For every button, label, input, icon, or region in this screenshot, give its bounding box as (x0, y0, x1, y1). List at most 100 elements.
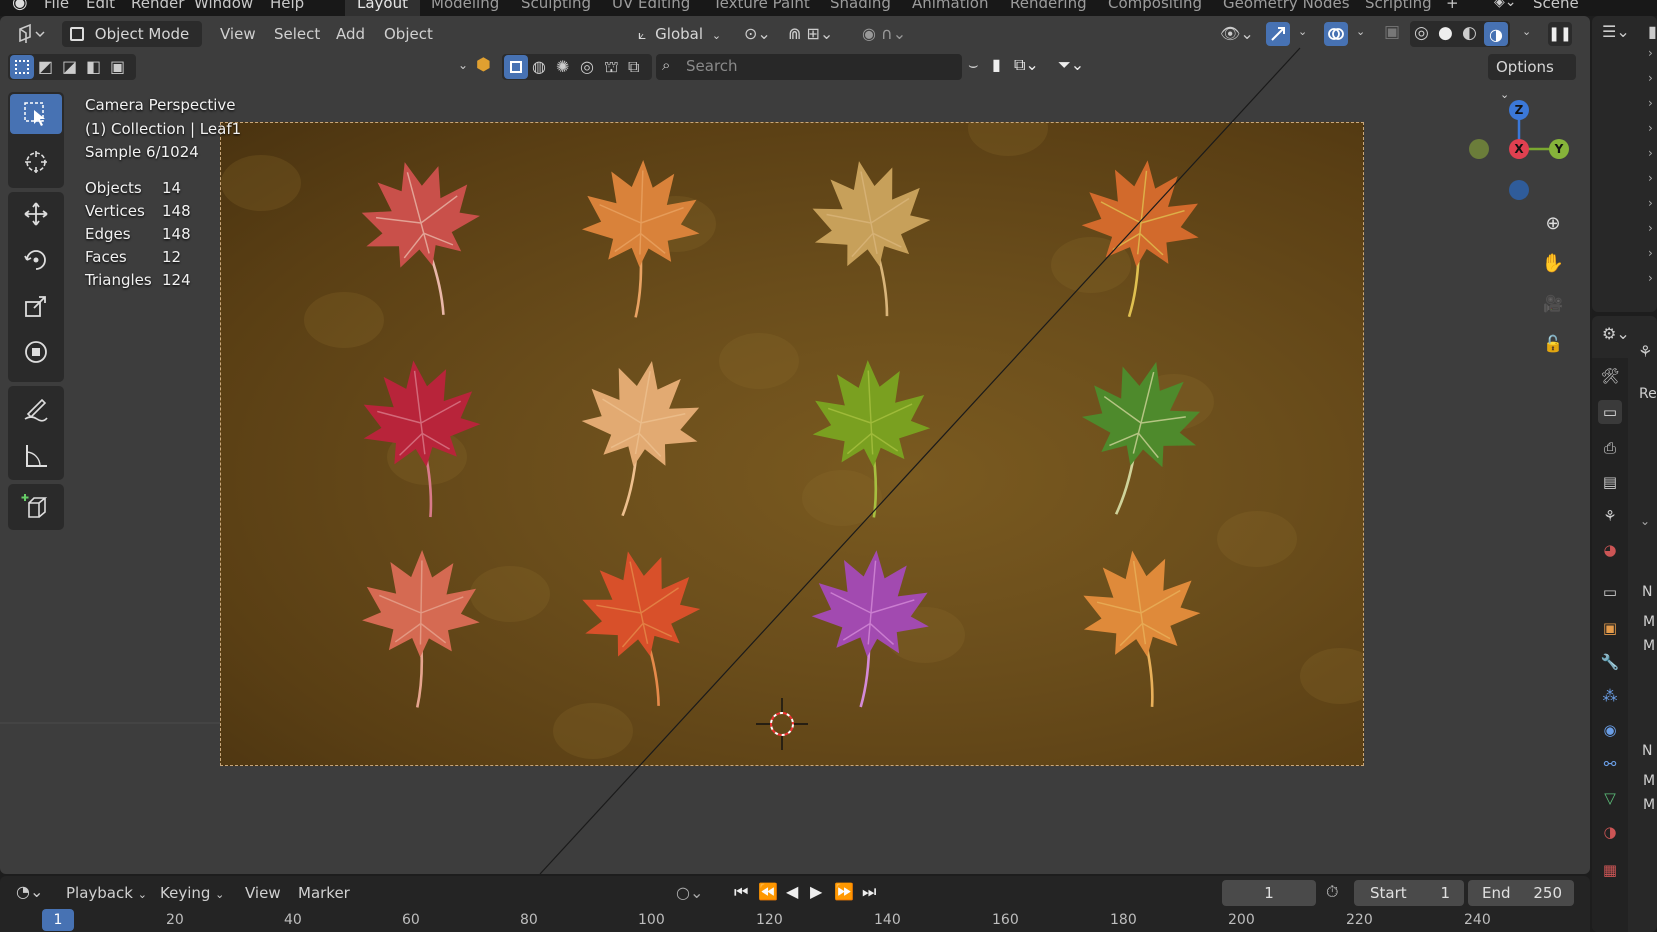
stat-value: 12 (162, 248, 182, 266)
expand-arrow-icon[interactable]: › (1648, 221, 1653, 235)
workspace-tab-sculpting[interactable]: Sculpting (509, 0, 603, 16)
properties-panel[interactable]: ⚙⌄ 🛠 ▭ ⎙ ▤ ⚘ ◕ ▭ ▣ 🔧 ⁂ ◉ ⚯ ▽ ◑ ▦ ⚘ Re ⌄ … (1592, 316, 1657, 932)
current-frame-field[interactable]: 1 (1222, 880, 1316, 906)
workspace-tab-compositing[interactable]: Compositing (1096, 0, 1214, 16)
timeline-editor-type-icon[interactable]: ◔⌄ (16, 882, 43, 901)
ruler-tick-label: 120 (756, 912, 783, 928)
play-icon[interactable]: ▶ (810, 882, 822, 901)
gizmo-z-axis[interactable]: Z (1509, 100, 1529, 120)
workspace-tab-uv-editing[interactable]: UV Editing (600, 0, 702, 16)
tab-material[interactable]: ◑ (1598, 820, 1622, 844)
tab-tool[interactable]: 🛠 (1598, 364, 1622, 388)
expand-arrow-icon[interactable]: › (1648, 71, 1653, 85)
tab-output[interactable]: ⎙ (1598, 436, 1622, 460)
menu-render[interactable]: Render (131, 0, 184, 12)
outliner-panel[interactable]: ☰⌄ ▮ › › › › › › › › › › (1592, 16, 1657, 312)
pan-button[interactable]: ✋ (1538, 248, 1568, 278)
chevron-down-icon: ⌄ (137, 888, 147, 901)
timeline-menu-playback[interactable]: Playback ⌄ (66, 881, 147, 907)
tab-world[interactable]: ◕ (1598, 538, 1622, 562)
output-icon: ⎙ (1603, 439, 1616, 457)
jump-prev-keyframe-icon[interactable]: ⏪ (758, 882, 778, 901)
auto-keying-icon[interactable]: ○⌄ (676, 883, 703, 902)
tab-modifiers[interactable]: 🔧 (1598, 650, 1622, 674)
tab-texture[interactable]: ▦ (1598, 858, 1622, 882)
expand-arrow-icon[interactable]: › (1648, 121, 1653, 135)
expand-arrow-icon[interactable]: › (1648, 271, 1653, 285)
camera-icon: 🎥 (1543, 293, 1563, 313)
workspace-tab-modeling[interactable]: Modeling (419, 0, 511, 16)
chevron-down-icon: ⌄ (215, 888, 225, 901)
chevron-down-icon[interactable]: ⌄ (1640, 514, 1650, 528)
tab-render[interactable]: ▭ (1598, 400, 1622, 424)
stat-label: Triangles (85, 271, 152, 289)
3d-viewport[interactable]: Object Mode ⌄ View Select Add Object ⟀ G… (0, 16, 1590, 874)
tab-data[interactable]: ▽ (1598, 786, 1622, 810)
property-label: N (1642, 743, 1653, 759)
play-reverse-icon[interactable]: ◀ (786, 882, 798, 901)
stat-value: 148 (162, 225, 191, 243)
expand-arrow-icon[interactable]: › (1648, 46, 1653, 60)
properties-tabs: 🛠 ▭ ⎙ ▤ ⚘ ◕ ▭ ▣ 🔧 ⁂ ◉ ⚯ ▽ ◑ ▦ (1592, 358, 1628, 932)
jump-end-icon[interactable]: ⏭ (862, 882, 876, 902)
tab-collection[interactable]: ▭ (1598, 580, 1622, 604)
properties-editor-icon[interactable]: ⚙⌄ (1602, 324, 1630, 343)
timeline-editor[interactable]: ◔⌄ Playback ⌄ Keying ⌄ View Marker ○⌄ ⏮ … (0, 876, 1590, 932)
camera-view-button[interactable]: 🎥 (1538, 288, 1568, 318)
outliner-filter-icon[interactable]: ▮ (1648, 22, 1657, 41)
preview-range-icon[interactable]: ⏱ (1326, 882, 1338, 902)
menu-window[interactable]: Window (194, 0, 253, 12)
workspace-tab-layout[interactable]: Layout (345, 0, 420, 16)
timeline-menu-keying[interactable]: Keying ⌄ (160, 881, 224, 907)
expand-arrow-icon[interactable]: › (1648, 196, 1653, 210)
tab-scene[interactable]: ⚘ (1598, 504, 1622, 528)
add-workspace-button[interactable]: + (1446, 0, 1459, 12)
stat-label: Vertices (85, 202, 145, 220)
scene-icon[interactable]: ◈⌄ (1494, 0, 1517, 10)
expand-arrow-icon[interactable]: › (1648, 96, 1653, 110)
menu-edit[interactable]: Edit (86, 0, 115, 12)
expand-arrow-icon[interactable]: › (1648, 146, 1653, 160)
ruler-tick-label: 160 (992, 912, 1019, 928)
collection-icon: ▭ (1602, 583, 1618, 601)
workspace-tab-texture-paint[interactable]: Texture Paint (701, 0, 822, 16)
zoom-button[interactable]: ⊕ (1538, 208, 1568, 238)
expand-arrow-icon[interactable]: › (1648, 171, 1653, 185)
timeline-menu-marker[interactable]: Marker (298, 881, 350, 905)
workspace-tab-shading[interactable]: Shading (818, 0, 903, 16)
stat-value: 124 (162, 271, 191, 289)
scene-selector[interactable]: Scene (1533, 0, 1579, 12)
lock-camera-button[interactable]: 🔓 (1538, 328, 1568, 358)
stat-label: Faces (85, 248, 127, 266)
tab-physics[interactable]: ◉ (1598, 718, 1622, 742)
properties-header-icon: ⚘ (1638, 342, 1653, 361)
blender-logo-icon[interactable]: ◉ (12, 0, 28, 13)
tab-constraints[interactable]: ⚯ (1598, 752, 1622, 776)
end-frame-field[interactable]: End 250 (1468, 880, 1574, 906)
property-label: M (1643, 638, 1656, 654)
tab-object[interactable]: ▣ (1598, 616, 1622, 640)
timeline-menu-view[interactable]: View (245, 881, 281, 905)
view-name-label: Camera Perspective (85, 96, 236, 114)
jump-start-icon[interactable]: ⏮ (734, 882, 748, 902)
jump-next-keyframe-icon[interactable]: ⏩ (834, 882, 854, 901)
expand-arrow-icon[interactable]: › (1648, 246, 1653, 260)
playhead-marker[interactable]: 1 (42, 909, 74, 931)
view-layer-icon: ▤ (1602, 473, 1618, 491)
render-sample-label: Sample 6/1024 (85, 143, 199, 161)
outliner-editor-icon[interactable]: ☰⌄ (1602, 22, 1630, 41)
workspace-tab-geometry-nodes[interactable]: Geometry Nodes (1211, 0, 1362, 16)
property-label: N (1642, 584, 1653, 600)
gizmo-x-axis[interactable]: X (1509, 139, 1529, 159)
tab-view-layer[interactable]: ▤ (1598, 470, 1622, 494)
menu-help[interactable]: Help (270, 0, 304, 12)
menu-file[interactable]: File (44, 0, 69, 12)
tab-particles[interactable]: ⁂ (1598, 684, 1622, 708)
ruler-tick-label: 200 (1228, 912, 1255, 928)
workspace-tab-animation[interactable]: Animation (900, 0, 1000, 16)
workspace-tab-rendering[interactable]: Rendering (998, 0, 1099, 16)
start-frame-field[interactable]: Start 1 (1354, 880, 1464, 906)
gizmo-y-axis[interactable]: Y (1549, 139, 1569, 159)
wrench-icon: 🔧 (1600, 653, 1620, 671)
workspace-tab-scripting[interactable]: Scripting (1353, 0, 1444, 16)
